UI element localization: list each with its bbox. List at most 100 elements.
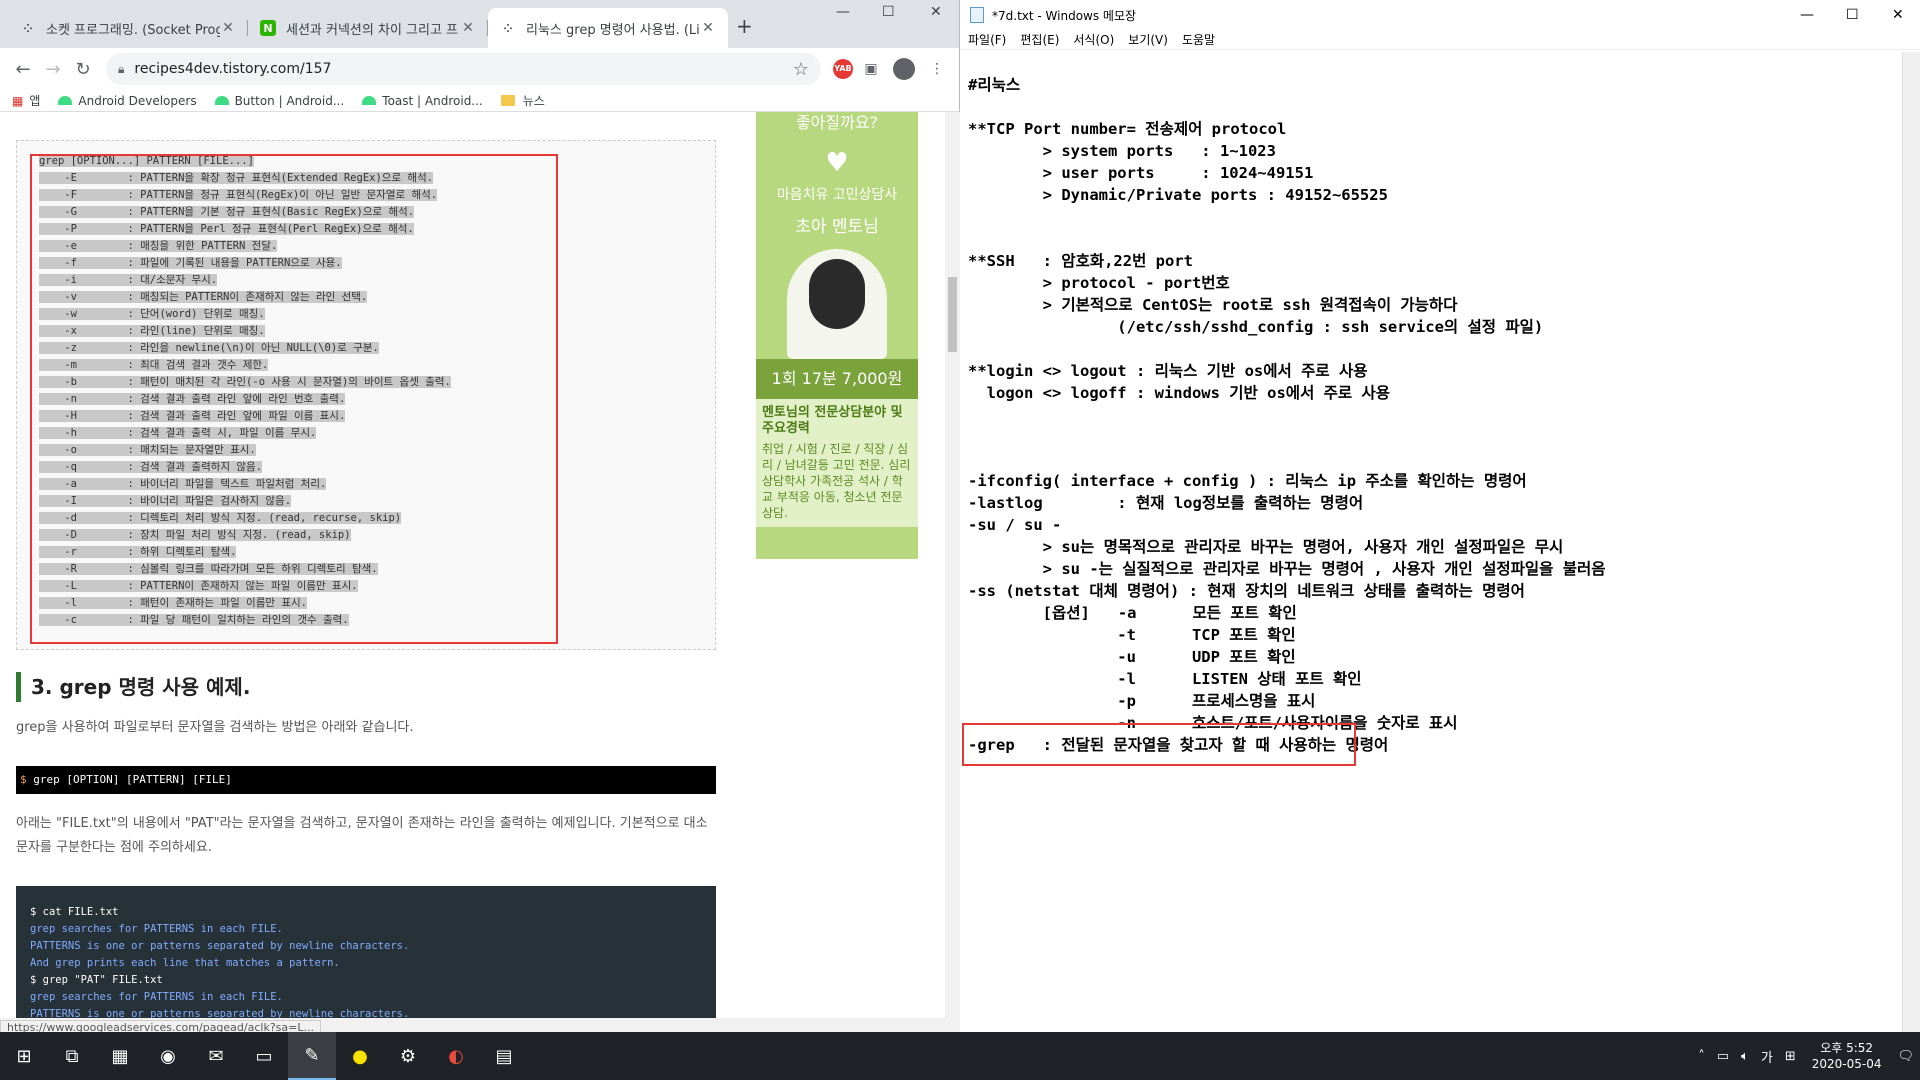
menu-help[interactable]: 도움말 bbox=[1182, 31, 1215, 48]
minimize-icon[interactable]: — bbox=[836, 4, 850, 20]
outlook-icon[interactable]: ✉ bbox=[192, 1032, 240, 1080]
terminal-line: And grep prints each line that matches a… bbox=[30, 957, 340, 969]
minimize-icon[interactable]: — bbox=[1800, 7, 1814, 23]
heart-icon: ♥ bbox=[825, 148, 849, 178]
close-icon[interactable]: ✕ bbox=[930, 4, 942, 20]
back-icon[interactable]: ← bbox=[8, 59, 38, 80]
terminal-lines: $ cat FILE.txt grep searches for PATTERNS… bbox=[30, 904, 702, 1023]
reload-icon[interactable]: ↻ bbox=[68, 59, 98, 80]
bookmark-apps[interactable]: ▦ 앱 bbox=[12, 92, 40, 109]
ad-details-title: 멘토님의 전문상담분야 및 주요경력 bbox=[762, 405, 903, 436]
notepad-line bbox=[968, 228, 1898, 250]
notepad-line: -u UDP 포트 확인 bbox=[968, 648, 1296, 666]
notepad-window: *7d.txt - Windows 메모장 — ☐ ✕ 파일(F) 편집(E) … bbox=[960, 0, 1920, 1032]
new-tab-button[interactable]: + bbox=[736, 14, 753, 38]
address-bar[interactable]: 🔒︎ recipes4dev.tistory.com/157 ☆ bbox=[106, 53, 821, 85]
vertical-scrollbar[interactable] bbox=[945, 112, 960, 1032]
menu-edit[interactable]: 편집(E) bbox=[1020, 31, 1059, 48]
chrome-icon[interactable]: ◉ bbox=[144, 1032, 192, 1080]
scrollbar-thumb[interactable] bbox=[948, 277, 957, 352]
naver-icon: N bbox=[260, 20, 276, 36]
notepad-line: -ifconfig( interface + config ) : 리눅스 ip… bbox=[968, 472, 1527, 490]
tab-close-icon[interactable]: ✕ bbox=[700, 20, 716, 36]
bookmark-star-icon[interactable]: ☆ bbox=[793, 59, 809, 80]
taskbar: ⊞ ⧉ ▦ ◉ ✉ ▭ ✎ ● ⚙ ◐ ▤ ˄ ▭ 🔈︎ 가 ⊞ 오후 5:52… bbox=[0, 1032, 1920, 1080]
notepad-line bbox=[968, 338, 1898, 360]
app-icon[interactable]: ▤ bbox=[480, 1032, 528, 1080]
terminal-line: grep searches for PATTERNS in each FILE. bbox=[30, 991, 283, 1003]
yab-extension-icon[interactable]: YAB bbox=[833, 59, 853, 79]
android-icon bbox=[214, 96, 229, 105]
terminal-line: grep searches for PATTERNS in each FILE. bbox=[30, 923, 283, 935]
bookmark-toast[interactable]: Toast | Android... bbox=[362, 94, 483, 108]
notepad-lines: #리눅스 **TCP Port number= 전송제어 protocol > s… bbox=[968, 74, 1898, 756]
chrome-window: ⁘ 소켓 프로그래밍. (Socket Progra ✕ N 세션과 커넥션의 … bbox=[0, 0, 960, 1032]
notepad-line: **TCP Port number= 전송제어 protocol bbox=[968, 120, 1287, 138]
tab-title: 세션과 커넥션의 차이 그리고 프 bbox=[286, 22, 459, 38]
notification-icon[interactable]: 🗨︎ bbox=[1897, 1049, 1914, 1064]
windows-start-icon[interactable]: ⊞ bbox=[0, 1032, 48, 1080]
tab-close-icon[interactable]: ✕ bbox=[460, 20, 476, 36]
command-syntax: $ grep [OPTION] [PATTERN] [FILE] bbox=[16, 766, 716, 794]
notepad-line bbox=[968, 206, 1898, 228]
cast-icon[interactable]: ▣ bbox=[857, 61, 885, 77]
maximize-icon[interactable]: ☐ bbox=[1846, 7, 1859, 23]
notepad-taskbar-icon[interactable]: ✎ bbox=[288, 1032, 336, 1080]
notepad-line: -t TCP 포트 확인 bbox=[968, 626, 1296, 644]
ad-details: 멘토님의 전문상담분야 및 주요경력 취업 / 시험 / 진로 / 직장 / 심… bbox=[756, 399, 918, 527]
bookmark-android-developers[interactable]: Android Developers bbox=[58, 94, 197, 108]
task-view-icon[interactable]: ⧉ bbox=[48, 1032, 96, 1080]
notepad-menubar: 파일(F) 편집(E) 서식(O) 보기(V) 도움말 bbox=[960, 30, 1920, 50]
ad-top-text: 좋아질까요? bbox=[795, 113, 879, 132]
app-icon[interactable]: ⚙ bbox=[384, 1032, 432, 1080]
profile-avatar[interactable] bbox=[893, 58, 915, 80]
menu-view[interactable]: 보기(V) bbox=[1128, 31, 1168, 48]
notepad-line: > su -는 실질적으로 관리자로 바꾸는 명령어 , 사용자 개인 설정파일… bbox=[968, 560, 1606, 578]
tab-socket[interactable]: ⁘ 소켓 프로그래밍. (Socket Progra ✕ bbox=[8, 8, 248, 48]
bookmark-news[interactable]: 뉴스 bbox=[500, 92, 545, 109]
menu-file[interactable]: 파일(F) bbox=[968, 31, 1006, 48]
tistory-icon: ⁘ bbox=[503, 21, 513, 35]
notepad-line: -ss (netstat 대체 명령어) : 현재 장치의 네트워크 상태를 출… bbox=[968, 582, 1525, 600]
notepad-textarea[interactable]: #리눅스 **TCP Port number= 전송제어 protocol > s… bbox=[968, 74, 1898, 756]
notepad-line: > 기본적으로 CentOS는 root로 ssh 원격접속이 가능하다 bbox=[968, 296, 1458, 314]
notepad-icon bbox=[970, 7, 984, 23]
forward-icon[interactable]: → bbox=[38, 59, 68, 80]
notepad-line: -p 프로세스명을 표시 bbox=[968, 692, 1316, 710]
tab-session[interactable]: N 세션과 커넥션의 차이 그리고 프 ✕ bbox=[248, 8, 488, 48]
ad-price: 1회 17분 7,000원 bbox=[756, 359, 918, 399]
file-explorer-icon[interactable]: ▭ bbox=[240, 1032, 288, 1080]
maximize-icon[interactable]: ☐ bbox=[882, 4, 895, 20]
bookmark-button[interactable]: Button | Android... bbox=[214, 94, 344, 108]
volume-icon[interactable]: 🔈︎ bbox=[1741, 1049, 1749, 1064]
notepad-line: > protocol - port번호 bbox=[968, 274, 1230, 292]
network-icon[interactable]: ▭ bbox=[1717, 1049, 1729, 1064]
notepad-scrollbar[interactable] bbox=[1902, 52, 1920, 1032]
clock[interactable]: 오후 5:52 2020-05-04 bbox=[1812, 1040, 1882, 1072]
side-advertisement[interactable]: 좋아질까요? ♥ 마음치유 고민상담사 초아 멘토님 1회 17분 7,000원… bbox=[756, 112, 918, 559]
terminal-line: PATTERNS is one or patterns separated by… bbox=[30, 940, 410, 952]
tab-close-icon[interactable]: ✕ bbox=[220, 20, 236, 36]
notepad-title: *7d.txt - Windows 메모장 bbox=[992, 8, 1137, 23]
notepad-line bbox=[968, 96, 1898, 118]
notepad-line bbox=[968, 426, 1898, 448]
menu-format[interactable]: 서식(O) bbox=[1073, 31, 1114, 48]
tray-chevron-icon[interactable]: ˄ bbox=[1698, 1049, 1705, 1064]
page-viewport: grep [OPTION...] PATTERN [FILE...] -E : … bbox=[0, 112, 960, 1032]
prompt-symbol: $ bbox=[20, 773, 27, 786]
section-heading: 3. grep 명령 사용 예제. bbox=[16, 672, 250, 702]
tab-grep[interactable]: ⁘ 리눅스 grep 명령어 사용법. (Lin ✕ bbox=[488, 8, 728, 48]
close-icon[interactable]: ✕ bbox=[1892, 7, 1904, 23]
notepad-line: **login <> logout : 리눅스 기반 os에서 주로 사용 bbox=[968, 362, 1368, 380]
terminal-line: $ grep "PAT" FILE.txt bbox=[30, 974, 163, 986]
kakaotalk-icon[interactable]: ● bbox=[336, 1032, 384, 1080]
notepad-line: #리눅스 bbox=[968, 76, 1021, 94]
calculator-icon[interactable]: ▦ bbox=[96, 1032, 144, 1080]
ime-mode-icon[interactable]: ⊞ bbox=[1785, 1049, 1796, 1064]
notepad-line: [옵션] -a 모든 포트 확인 bbox=[968, 604, 1297, 622]
app-icon[interactable]: ◐ bbox=[432, 1032, 480, 1080]
menu-icon[interactable]: ⋮ bbox=[923, 61, 951, 77]
bookmarks-bar: ▦ 앱 Android Developers Button | Android..… bbox=[0, 90, 959, 112]
terminal-line: $ cat FILE.txt bbox=[30, 906, 119, 918]
ime-indicator[interactable]: 가 bbox=[1761, 1047, 1773, 1066]
